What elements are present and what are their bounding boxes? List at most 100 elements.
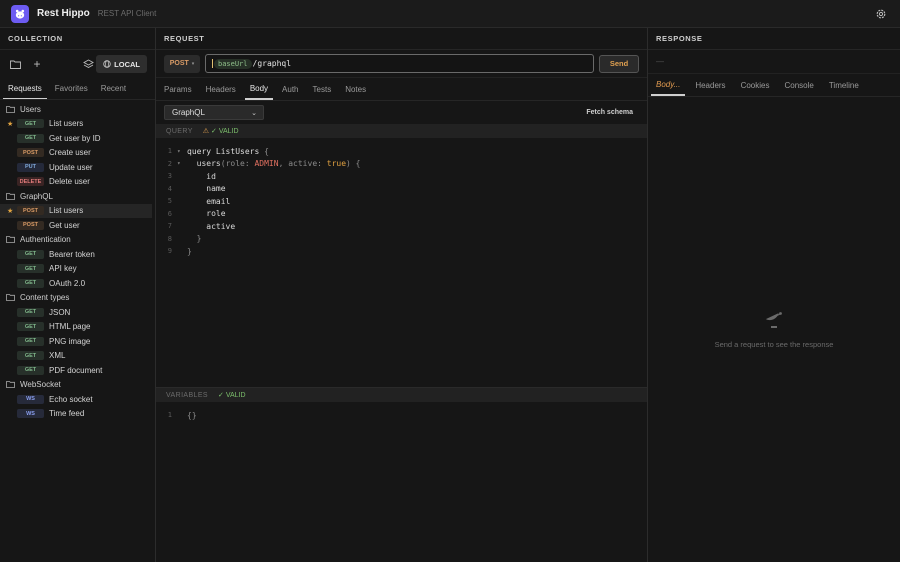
- folder-item[interactable]: WebSocket: [0, 378, 155, 393]
- code-arg: role:: [225, 159, 250, 169]
- line-number: 3: [167, 172, 172, 181]
- request-name: JSON: [49, 307, 71, 317]
- tab-response-timeline[interactable]: Timeline: [824, 74, 864, 96]
- request-name: List users: [49, 206, 84, 216]
- url-bar: POST ▾ baseUrl /graphql Send: [156, 50, 647, 78]
- request-name: Echo socket: [49, 394, 93, 404]
- tab-auth[interactable]: Auth: [277, 78, 303, 100]
- request-item[interactable]: GET Get user by ID: [0, 131, 155, 146]
- code-line: 3 id: [156, 170, 647, 183]
- variables-section: VARIABLES ✓ VALID 1 {}: [156, 387, 647, 562]
- line-number: 7: [167, 222, 172, 231]
- request-name: Get user by ID: [49, 133, 101, 143]
- variables-label: VARIABLES: [166, 391, 208, 399]
- fold-arrow-icon[interactable]: ▾: [177, 160, 187, 167]
- fetch-schema-button[interactable]: Fetch schema: [586, 109, 633, 116]
- fold-arrow-icon[interactable]: ▾: [177, 148, 187, 155]
- check-icon: ✓: [218, 392, 224, 399]
- request-item[interactable]: ★ POST List users: [0, 203, 152, 218]
- request-item[interactable]: GET OAuth 2.0: [0, 276, 155, 291]
- code-brace: }: [196, 234, 202, 244]
- request-item[interactable]: WS Echo socket: [0, 392, 155, 407]
- folder-item[interactable]: GraphQL: [0, 189, 155, 204]
- tab-response-cookies[interactable]: Cookies: [736, 74, 775, 96]
- folder-label: Content types: [20, 293, 70, 303]
- tab-requests[interactable]: Requests: [3, 78, 47, 99]
- method-badge: WS: [17, 394, 44, 404]
- collection-tabs: Requests Favorites Recent: [0, 78, 155, 100]
- plus-icon[interactable]: +: [30, 57, 44, 71]
- request-item[interactable]: WS Time feed: [0, 407, 155, 422]
- method-badge: PUT: [17, 162, 44, 172]
- folder-icon[interactable]: [8, 57, 22, 71]
- tab-params[interactable]: Params: [159, 78, 197, 100]
- method-badge: GET: [17, 133, 44, 143]
- code-enum: ADMIN: [254, 159, 279, 169]
- method-badge: POST: [17, 148, 44, 158]
- line-number: 2: [167, 159, 172, 168]
- line-number: 6: [167, 209, 172, 218]
- environment-button[interactable]: LOCAL: [96, 55, 147, 73]
- request-name: OAuth 2.0: [49, 278, 86, 288]
- layers-icon[interactable]: [81, 57, 95, 71]
- request-item[interactable]: GET PDF document: [0, 363, 155, 378]
- tab-response-headers[interactable]: Headers: [690, 74, 730, 96]
- code-text: {}: [187, 410, 197, 420]
- folder-icon: [6, 192, 15, 200]
- tab-recent[interactable]: Recent: [96, 78, 131, 99]
- request-item[interactable]: GET API key: [0, 262, 155, 277]
- warning-icon: ⚠: [202, 128, 210, 135]
- folder-item[interactable]: Content types: [0, 291, 155, 306]
- method-badge: POST: [17, 206, 44, 216]
- request-name: API key: [49, 264, 77, 274]
- star-icon[interactable]: ★: [7, 207, 13, 215]
- method-badge: GET: [17, 307, 44, 317]
- url-input[interactable]: baseUrl /graphql: [205, 54, 594, 73]
- request-item[interactable]: DELETE Delete user: [0, 175, 155, 190]
- tab-tests[interactable]: Tests: [308, 78, 337, 100]
- app-title: Rest Hippo: [37, 8, 90, 19]
- request-name: Update user: [49, 162, 93, 172]
- variables-editor[interactable]: 1 {}: [156, 402, 647, 422]
- request-item[interactable]: GET Bearer token: [0, 247, 155, 262]
- request-heading: REQUEST: [156, 28, 647, 50]
- request-name: List users: [49, 119, 84, 129]
- method-select[interactable]: POST ▾: [164, 54, 200, 73]
- query-status-text: VALID: [218, 128, 239, 135]
- body-type-select[interactable]: GraphQL ⌄: [164, 105, 264, 120]
- code-bool: true: [326, 159, 347, 169]
- query-editor[interactable]: 1 ▾ query ListUsers { 2 ▾ users(role: ADMI…: [156, 138, 647, 258]
- app-subtitle: REST API Client: [97, 9, 157, 18]
- folder-label: Authentication: [20, 235, 71, 245]
- folder-item[interactable]: Authentication: [0, 233, 155, 248]
- folder-icon: [6, 381, 15, 389]
- url-variable-chip[interactable]: baseUrl: [214, 58, 252, 69]
- request-item[interactable]: ★ GET List users: [0, 117, 155, 132]
- method-label: POST: [169, 60, 189, 67]
- request-item[interactable]: GET JSON: [0, 305, 155, 320]
- tab-response-console[interactable]: Console: [779, 74, 818, 96]
- request-item[interactable]: POST Create user: [0, 146, 155, 161]
- request-name: Create user: [49, 148, 91, 158]
- request-item[interactable]: GET XML: [0, 349, 155, 364]
- method-badge: GET: [17, 249, 44, 259]
- variables-header: VARIABLES ✓ VALID: [156, 388, 647, 402]
- response-heading: RESPONSE: [648, 28, 900, 50]
- folder-item[interactable]: Users: [0, 102, 155, 117]
- request-item[interactable]: PUT Update user: [0, 160, 155, 175]
- request-item[interactable]: POST Get user: [0, 218, 155, 233]
- request-name: PNG image: [49, 336, 91, 346]
- folder-icon: [6, 105, 15, 113]
- send-button[interactable]: Send: [599, 54, 639, 73]
- chevron-down-icon: ▾: [191, 60, 195, 67]
- request-item[interactable]: GET PNG image: [0, 334, 155, 349]
- tab-headers[interactable]: Headers: [201, 78, 241, 100]
- tab-response-body[interactable]: Body...: [651, 74, 686, 96]
- star-icon[interactable]: ★: [7, 120, 13, 128]
- request-item[interactable]: GET HTML page: [0, 320, 155, 335]
- tab-favorites[interactable]: Favorites: [50, 78, 93, 99]
- gear-icon[interactable]: [875, 8, 887, 20]
- tab-notes[interactable]: Notes: [340, 78, 371, 100]
- tab-body[interactable]: Body: [244, 78, 274, 100]
- url-path: /graphql: [252, 59, 292, 68]
